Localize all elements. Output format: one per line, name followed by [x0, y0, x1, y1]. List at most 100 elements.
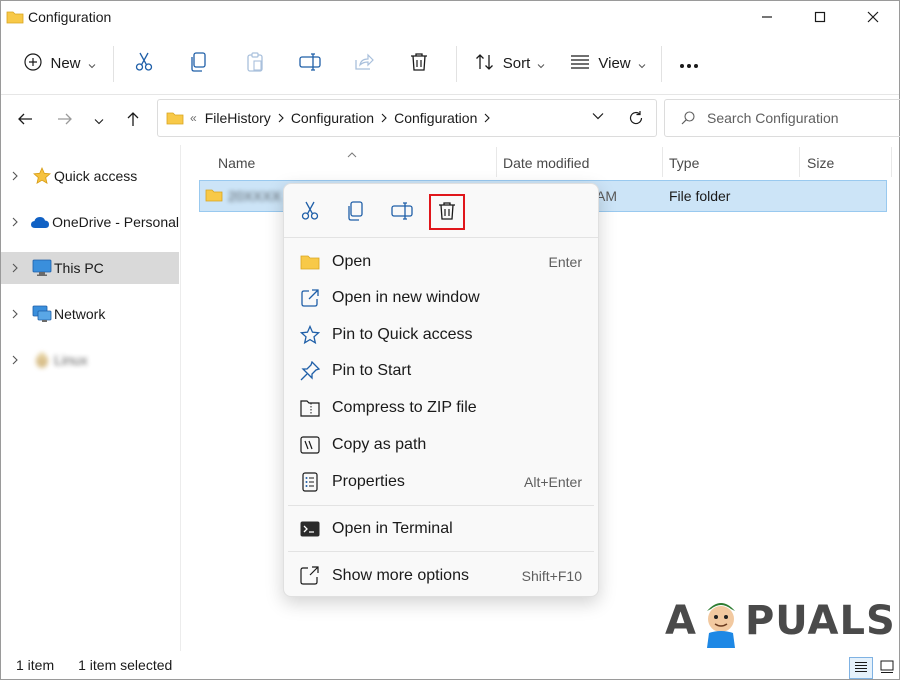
search-icon	[681, 111, 695, 125]
context-cut-button[interactable]	[292, 194, 328, 230]
tiles-view-toggle[interactable]	[875, 657, 899, 679]
chevron-right-icon[interactable]	[12, 217, 22, 227]
column-divider[interactable]	[799, 147, 800, 177]
menu-separator	[288, 505, 594, 506]
menu-item-label: Copy as path	[332, 436, 427, 453]
delete-button[interactable]	[394, 44, 444, 84]
menu-item-properties[interactable]: Properties Alt+Enter	[288, 464, 594, 500]
paste-button[interactable]	[224, 44, 286, 84]
context-copy-button[interactable]	[338, 194, 374, 230]
more-horizontal-icon	[679, 56, 699, 72]
minimize-button[interactable]	[740, 1, 793, 33]
overflow-crumb[interactable]: «	[190, 111, 197, 125]
chevron-right-icon[interactable]	[484, 113, 491, 123]
nav-item-this-pc[interactable]: This PC	[1, 252, 179, 284]
mascot-logo-icon	[699, 593, 743, 649]
recent-locations-button[interactable]	[85, 105, 113, 135]
star-icon	[32, 167, 52, 185]
see-more-button[interactable]	[662, 44, 716, 84]
chevron-right-icon[interactable]	[12, 355, 24, 365]
maximize-button[interactable]	[793, 1, 846, 33]
star-outline-icon	[300, 325, 320, 345]
copy-button[interactable]	[174, 44, 224, 84]
column-header-type[interactable]: Type	[669, 151, 699, 175]
column-divider[interactable]	[662, 147, 663, 177]
search-input[interactable]: Search Configuration	[664, 99, 900, 137]
rename-button[interactable]	[286, 44, 334, 84]
menu-item-open-terminal[interactable]: Open in Terminal	[288, 511, 594, 547]
chevron-right-icon[interactable]	[12, 309, 24, 319]
sort-button[interactable]: Sort	[465, 44, 555, 84]
view-button[interactable]: View	[563, 44, 653, 84]
terminal-icon	[300, 519, 320, 539]
scissors-icon	[301, 201, 319, 224]
monitor-icon	[32, 259, 52, 277]
back-button[interactable]	[11, 105, 39, 135]
menu-item-shortcut: Alt+Enter	[524, 474, 582, 490]
nav-label: This PC	[54, 260, 104, 276]
nav-label: Linux	[54, 352, 88, 368]
address-history-chevron-icon[interactable]	[592, 112, 604, 120]
cloud-icon	[30, 213, 50, 231]
nav-item-onedrive[interactable]: OneDrive - Personal	[1, 206, 179, 238]
chevron-down-icon	[638, 56, 646, 72]
nav-label: OneDrive - Personal	[52, 214, 179, 230]
menu-item-open-new-window[interactable]: Open in new window	[288, 280, 594, 316]
chevron-right-icon[interactable]	[12, 263, 24, 273]
nav-item-quick-access[interactable]: Quick access	[1, 160, 179, 192]
menu-item-open[interactable]: Open Enter	[288, 244, 594, 280]
arrow-up-icon	[126, 111, 140, 130]
close-button[interactable]	[846, 1, 899, 33]
breadcrumb-configuration-current[interactable]: Configuration	[394, 110, 477, 126]
up-button[interactable]	[119, 105, 147, 135]
column-header-size[interactable]: Size	[807, 151, 834, 175]
row-date-modified: AM	[596, 188, 617, 204]
context-delete-button[interactable]	[429, 194, 465, 230]
menu-item-pin-quick-access[interactable]: Pin to Quick access	[288, 317, 594, 353]
forward-button[interactable]	[51, 105, 79, 135]
properties-icon	[300, 472, 320, 492]
breadcrumb-filehistory[interactable]: FileHistory	[205, 110, 271, 126]
nav-item-linux[interactable]: Linux	[1, 344, 179, 376]
breadcrumb-configuration-parent[interactable]: Configuration	[291, 110, 374, 126]
command-bar: New Sort View	[1, 33, 899, 95]
folder-app-icon	[6, 10, 24, 24]
refresh-icon[interactable]	[628, 110, 644, 126]
more-options-icon	[300, 566, 320, 586]
menu-item-label: Properties	[332, 473, 405, 490]
menu-item-pin-start[interactable]: Pin to Start	[288, 353, 594, 389]
menu-item-copy-as-path[interactable]: Copy as path	[288, 427, 594, 463]
chevron-right-icon[interactable]	[278, 113, 284, 123]
copy-path-icon	[300, 435, 320, 455]
item-count: 1 item	[16, 657, 55, 673]
chevron-down-icon	[537, 56, 545, 72]
share-button[interactable]	[334, 44, 394, 84]
chevron-right-icon[interactable]	[381, 113, 387, 123]
context-rename-button[interactable]	[384, 194, 420, 230]
view-list-icon	[570, 55, 590, 72]
sort-label: Sort	[502, 55, 531, 72]
menu-item-label: Show more options	[332, 567, 469, 584]
column-divider[interactable]	[891, 147, 892, 177]
address-bar[interactable]: « FileHistory Configuration Configuratio…	[157, 99, 657, 137]
open-new-window-icon	[300, 288, 320, 308]
column-header-name[interactable]: Name	[218, 151, 255, 175]
appuals-watermark: A PUALS	[665, 593, 895, 649]
menu-item-show-more-options[interactable]: Show more options Shift+F10	[288, 558, 594, 594]
nav-item-network[interactable]: Network	[1, 298, 179, 330]
row-type: File folder	[669, 188, 731, 204]
row-name: 20XXXX	[228, 188, 281, 204]
details-view-toggle[interactable]	[849, 657, 873, 679]
column-header-date-modified[interactable]: Date modified	[503, 151, 589, 175]
menu-item-compress-zip[interactable]: Compress to ZIP file	[288, 390, 594, 426]
column-divider[interactable]	[496, 147, 497, 177]
arrow-left-icon	[17, 112, 33, 129]
nav-label: Quick access	[54, 168, 138, 184]
chevron-right-icon[interactable]	[12, 171, 24, 181]
navigation-pane: Quick access OneDrive - Personal This PC…	[1, 145, 181, 651]
menu-item-label: Open	[332, 253, 372, 270]
cut-button[interactable]	[114, 44, 174, 84]
menu-item-label: Open in new window	[332, 289, 480, 306]
folder-icon	[205, 188, 223, 202]
new-button[interactable]: New	[23, 44, 97, 84]
